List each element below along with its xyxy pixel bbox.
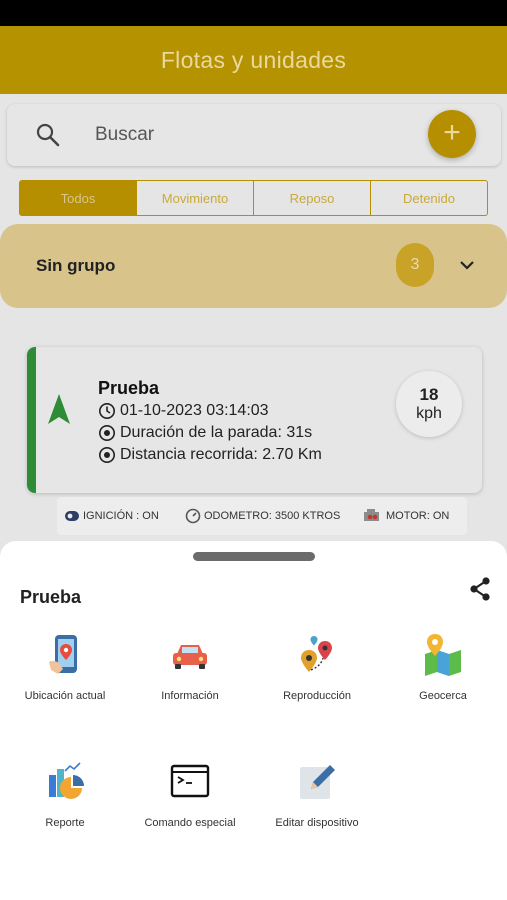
app-header: Flotas y unidades bbox=[0, 26, 507, 94]
group-count-badge: 3 bbox=[396, 243, 434, 287]
edit-pencil-icon bbox=[300, 765, 335, 799]
tab-movimiento[interactable]: Movimiento bbox=[137, 181, 254, 215]
odometer-label: ODOMETRO: 3500 KTROS bbox=[204, 510, 341, 522]
action-label: Reproducción bbox=[283, 690, 351, 702]
clock-icon bbox=[99, 403, 115, 419]
action-label: Geocerca bbox=[419, 690, 467, 702]
location-target-icon bbox=[99, 447, 115, 463]
tab-detenido[interactable]: Detenido bbox=[371, 181, 487, 215]
car-icon bbox=[173, 645, 207, 669]
location-target-icon bbox=[99, 425, 115, 441]
map-pin-icon bbox=[425, 634, 461, 676]
route-pins-icon bbox=[301, 636, 332, 672]
stop-duration: Duración de la parada: 31s bbox=[120, 424, 313, 441]
tab-reposo[interactable]: Reposo bbox=[254, 181, 371, 215]
action-editar-dispositivo[interactable]: Editar dispositivo bbox=[254, 759, 380, 829]
stop-duration-row: Duración de la parada: 31s bbox=[98, 424, 312, 442]
ignition-status: IGNICIÓN : ON bbox=[64, 508, 159, 524]
unit-datetime: 01-10-2023 03:14:03 bbox=[120, 402, 269, 419]
speed-value: 18 bbox=[419, 384, 439, 404]
action-label: Comando especial bbox=[144, 817, 236, 829]
action-informacion[interactable]: Información bbox=[127, 632, 253, 702]
chevron-down-icon[interactable] bbox=[458, 258, 476, 272]
unit-name: Prueba bbox=[98, 378, 160, 398]
action-ubicacion-actual[interactable]: Ubicación actual bbox=[2, 632, 128, 702]
odometer-status: ODOMETRO: 3500 KTROS bbox=[185, 508, 340, 524]
sheet-drag-handle[interactable] bbox=[193, 552, 315, 561]
action-reporte[interactable]: Reporte bbox=[2, 759, 128, 829]
motor-status: MOTOR: ON bbox=[361, 508, 449, 524]
filter-tabs: Todos Movimiento Reposo Detenido bbox=[19, 180, 488, 216]
datetime-row: 01-10-2023 03:14:03 bbox=[98, 402, 269, 420]
search-input[interactable]: Buscar bbox=[95, 124, 154, 146]
speed-indicator: 18 kph bbox=[396, 371, 462, 437]
odometer-icon bbox=[185, 508, 201, 524]
ignition-key-icon bbox=[65, 511, 79, 521]
sheet-title: Prueba bbox=[20, 587, 82, 607]
status-stripe bbox=[27, 347, 36, 493]
search-icon bbox=[36, 123, 60, 147]
status-bar bbox=[0, 0, 507, 26]
action-label: Ubicación actual bbox=[24, 690, 106, 702]
action-label: Información bbox=[161, 690, 219, 702]
navigation-arrow-icon bbox=[48, 394, 70, 424]
speed-unit: kph bbox=[416, 404, 442, 422]
page-title: Flotas y unidades bbox=[160, 46, 347, 73]
distance-traveled: Distancia recorrida: 2.70 Km bbox=[120, 446, 322, 463]
add-unit-button[interactable]: + bbox=[428, 110, 476, 158]
share-icon[interactable] bbox=[468, 576, 492, 602]
distance-row: Distancia recorrida: 2.70 Km bbox=[98, 446, 322, 464]
action-label: Reporte bbox=[45, 817, 85, 829]
engine-icon bbox=[364, 509, 379, 521]
terminal-icon bbox=[170, 764, 210, 798]
motor-label: MOTOR: ON bbox=[386, 510, 450, 522]
group-name: Sin grupo bbox=[36, 256, 116, 275]
ignition-label: IGNICIÓN : ON bbox=[83, 510, 159, 522]
action-reproduccion[interactable]: Reproducción bbox=[254, 632, 380, 702]
search-bar[interactable]: Buscar bbox=[7, 104, 501, 166]
action-geocerca[interactable]: Geocerca bbox=[380, 632, 506, 702]
report-chart-icon bbox=[49, 762, 84, 799]
action-label: Editar dispositivo bbox=[275, 817, 359, 829]
action-comando-especial[interactable]: Comando especial bbox=[127, 759, 253, 829]
tab-todos[interactable]: Todos bbox=[20, 181, 137, 215]
plus-icon: + bbox=[443, 116, 461, 149]
phone-location-icon bbox=[49, 635, 77, 674]
